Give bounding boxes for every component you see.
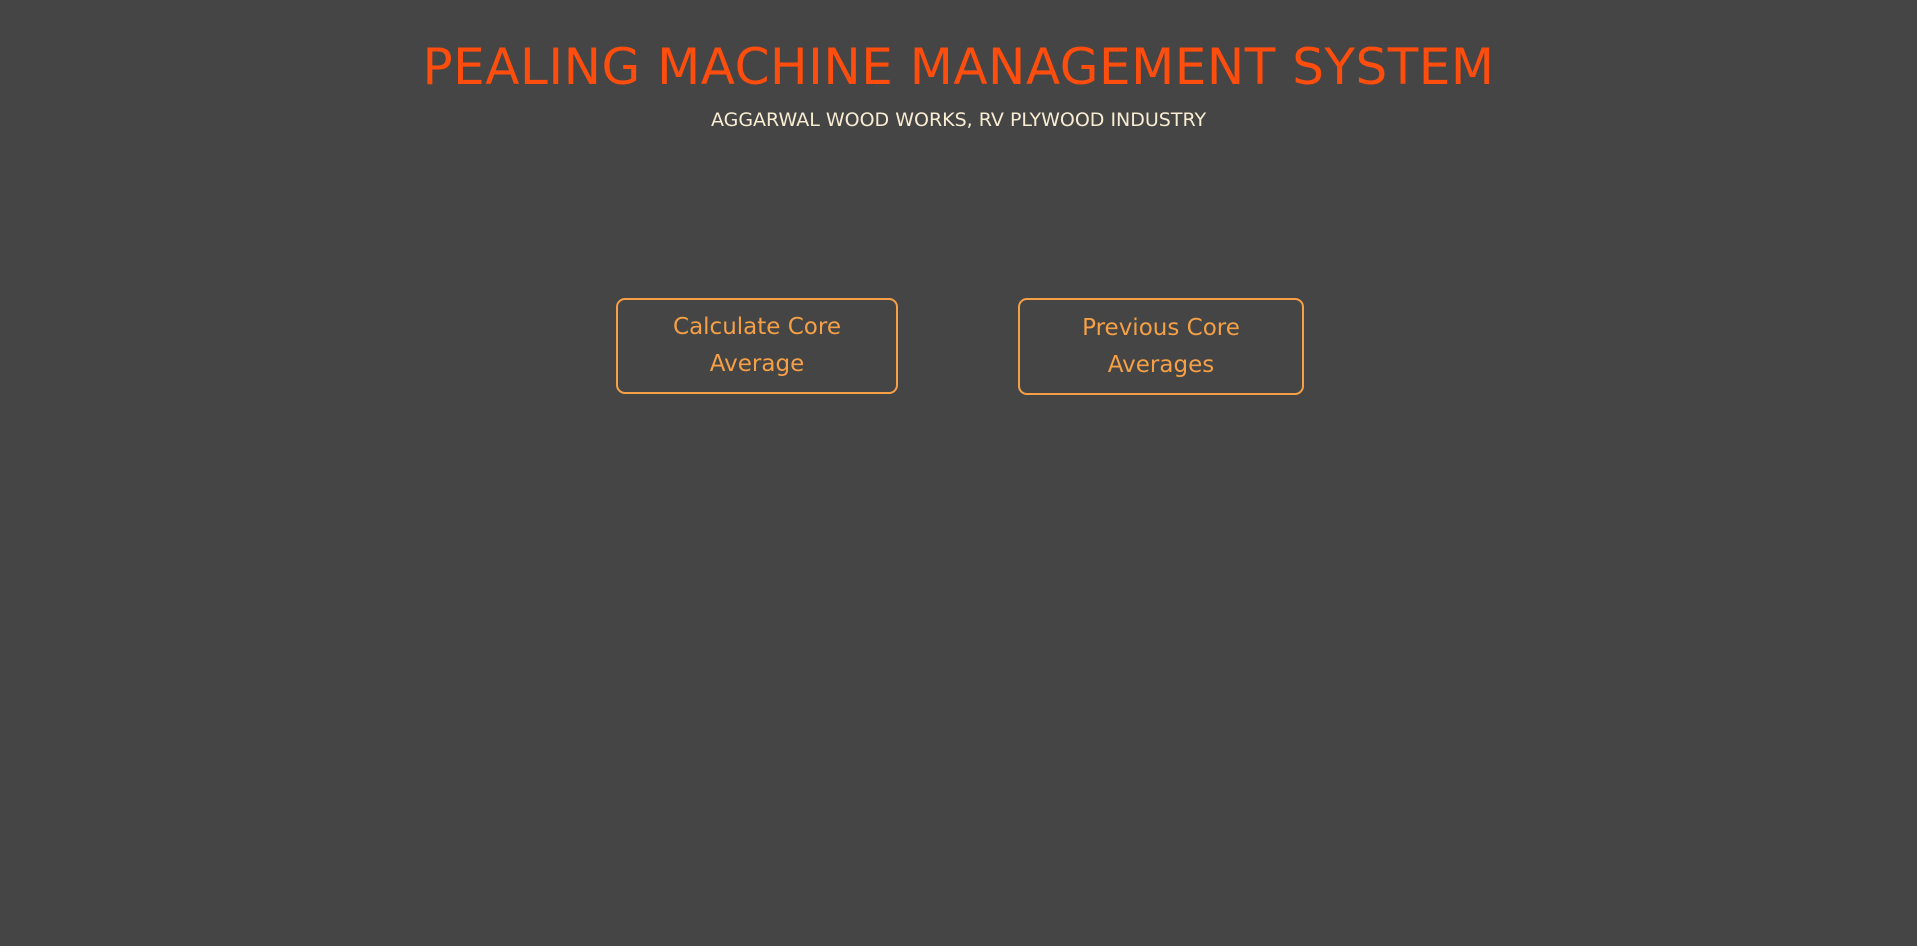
company-subtitle: AGGARWAL WOOD WORKS, RV PLYWOOD INDUSTRY bbox=[710, 109, 1207, 131]
previous-core-averages-button[interactable]: Previous Core Averages bbox=[1018, 298, 1304, 395]
calculate-core-average-label: Calculate Core Average bbox=[673, 314, 841, 377]
page-root: PEALING MACHINE MANAGEMENT SYSTEM AGGARW… bbox=[0, 0, 1917, 946]
page-title: PEALING MACHINE MANAGEMENT SYSTEM bbox=[422, 38, 1495, 96]
calculate-core-average-button[interactable]: Calculate Core Average bbox=[616, 298, 898, 394]
previous-core-averages-label: Previous Core Averages bbox=[1082, 314, 1240, 378]
